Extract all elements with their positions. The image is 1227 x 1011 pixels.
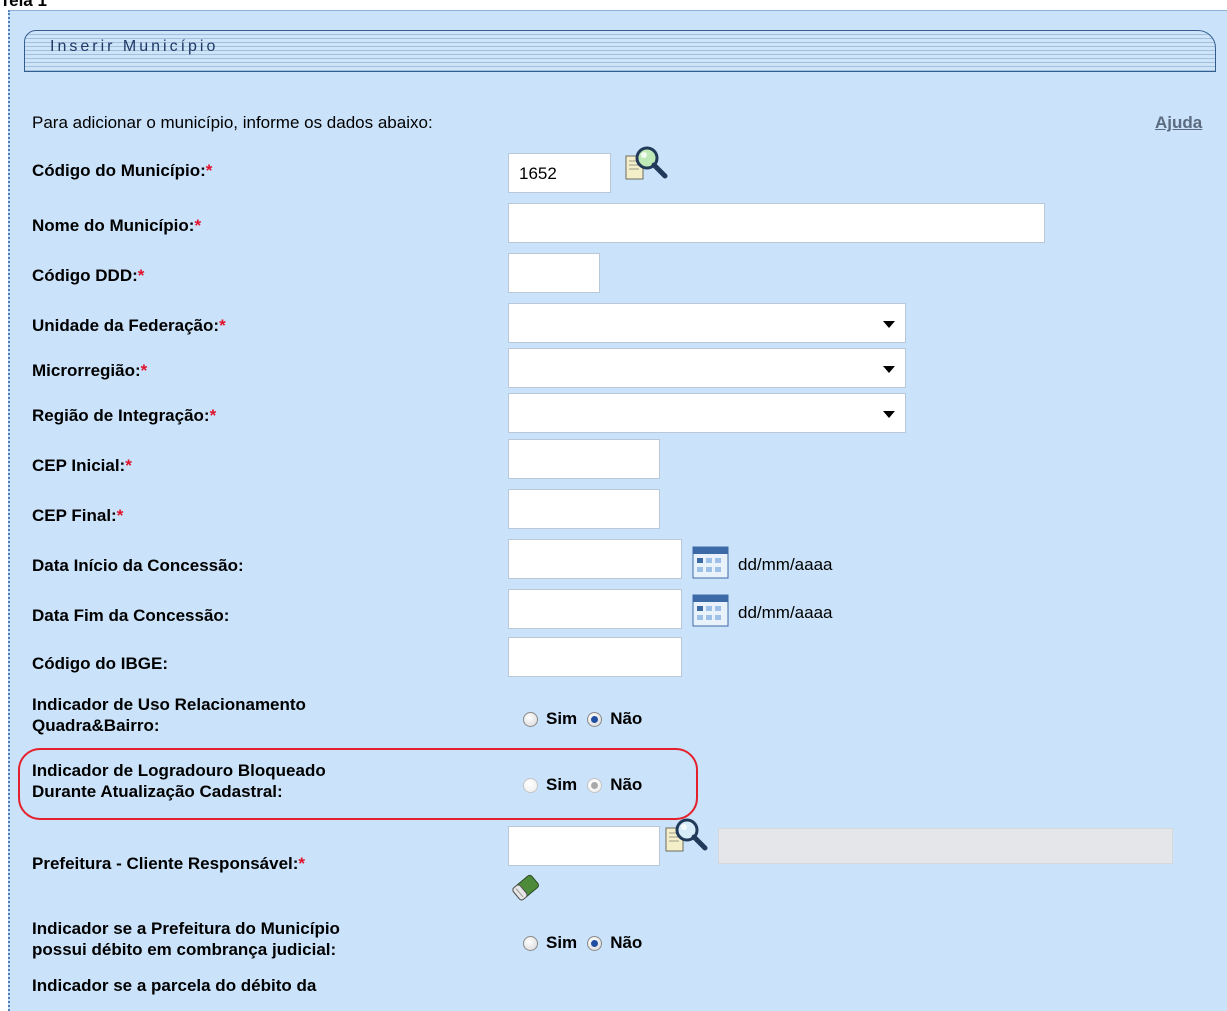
radio-nao[interactable] bbox=[587, 711, 603, 727]
nome-municipio-input[interactable] bbox=[508, 203, 1045, 243]
cep-final-input[interactable] bbox=[508, 489, 660, 529]
cep-inicial-input[interactable] bbox=[508, 439, 660, 479]
uso-quadra-bairro-label: Indicador de Uso Relacionamento Quadra&B… bbox=[32, 695, 306, 735]
radio-sim-label: Sim bbox=[546, 709, 578, 728]
microrregiao-label: Microrregião:* bbox=[32, 361, 148, 380]
data-inicio-concessao-label: Data Início da Concessão: bbox=[32, 556, 244, 575]
date-format-hint: dd/mm/aaaa bbox=[738, 603, 833, 622]
help-link[interactable]: Ajuda bbox=[1155, 113, 1202, 133]
unidade-federacao-label: Unidade da Federação:* bbox=[32, 316, 226, 335]
radio-nao[interactable] bbox=[587, 935, 603, 951]
data-fim-concessao-input[interactable] bbox=[508, 589, 682, 629]
codigo-ddd-label: Código DDD:* bbox=[32, 266, 145, 285]
cep-final-label: CEP Final:* bbox=[32, 506, 124, 525]
uso-quadra-bairro-radio-group: Sim Não bbox=[523, 709, 642, 729]
microrregiao-select[interactable] bbox=[508, 348, 906, 388]
prefeitura-debito-radio-group: Sim Não bbox=[523, 933, 642, 953]
prefeitura-cliente-description bbox=[718, 828, 1173, 864]
highlight-annotation bbox=[18, 748, 698, 820]
prefeitura-debito-label: Indicador se a Prefeitura do Município p… bbox=[32, 919, 340, 959]
radio-nao-label: Não bbox=[610, 933, 643, 952]
date-format-hint: dd/mm/aaaa bbox=[738, 555, 833, 574]
chevron-down-icon bbox=[883, 366, 895, 373]
codigo-ibge-input[interactable] bbox=[508, 637, 682, 677]
panel-title: Inserir Município bbox=[50, 38, 219, 55]
radio-sim-label: Sim bbox=[546, 933, 578, 952]
codigo-municipio-input[interactable]: 1652 bbox=[508, 153, 611, 193]
radio-nao-label: Não bbox=[610, 709, 643, 728]
unidade-federacao-select[interactable] bbox=[508, 303, 906, 343]
calendar-icon[interactable] bbox=[692, 546, 730, 580]
data-fim-concessao-label: Data Fim da Concessão: bbox=[32, 606, 230, 625]
chevron-down-icon bbox=[883, 411, 895, 418]
cep-inicial-label: CEP Inicial:* bbox=[32, 456, 132, 475]
radio-sim[interactable] bbox=[523, 935, 538, 951]
chevron-down-icon bbox=[883, 321, 895, 328]
regiao-integracao-select[interactable] bbox=[508, 393, 906, 433]
search-icon[interactable] bbox=[624, 143, 670, 185]
prefeitura-cliente-label: Prefeitura - Cliente Responsável:* bbox=[32, 854, 306, 873]
radio-sim[interactable] bbox=[523, 711, 538, 727]
codigo-municipio-label: Código do Município:* bbox=[32, 161, 213, 180]
codigo-ddd-input[interactable] bbox=[508, 253, 600, 293]
eraser-icon[interactable] bbox=[508, 870, 544, 906]
intro-text: Para adicionar o município, informe os d… bbox=[32, 113, 433, 132]
calendar-icon[interactable] bbox=[692, 594, 730, 628]
regiao-integracao-label: Região de Integração:* bbox=[32, 406, 217, 425]
prefeitura-cliente-input[interactable] bbox=[508, 826, 660, 866]
search-icon[interactable] bbox=[664, 815, 710, 857]
next-field-label-partial: Indicador se a parcela do débito da bbox=[32, 976, 317, 995]
codigo-ibge-label: Código do IBGE: bbox=[32, 654, 168, 673]
nome-municipio-label: Nome do Município:* bbox=[32, 216, 202, 235]
data-inicio-concessao-input[interactable] bbox=[508, 539, 682, 579]
